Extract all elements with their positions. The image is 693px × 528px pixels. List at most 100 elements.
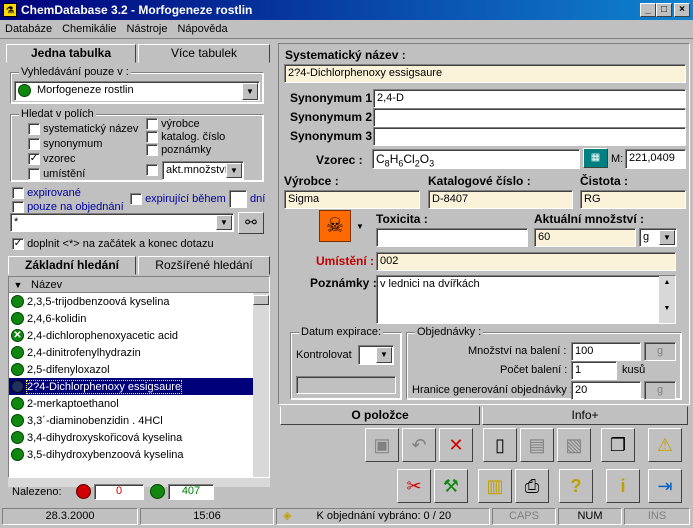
hazard-sign-icon[interactable]: ⚠ <box>648 428 682 462</box>
list-item[interactable]: 3,5-dihydroxybenzoová kyselina <box>9 446 253 463</box>
toxicity-field[interactable] <box>376 228 528 247</box>
limit-field[interactable]: 20 <box>571 381 641 400</box>
calculator-icon[interactable]: ▦ <box>583 148 608 168</box>
field-option-synonym[interactable]: synonymum <box>28 137 138 152</box>
list-scrollbar[interactable] <box>253 293 269 477</box>
info-icon[interactable]: i <box>606 469 640 503</box>
list-item[interactable]: 2,4,6-kolidin <box>9 310 253 327</box>
amount-combo[interactable]: akt.množství ▼ <box>162 161 244 180</box>
expired-option[interactable]: expirované <box>12 186 124 200</box>
amount-unit-select[interactable]: g ▼ <box>639 228 677 247</box>
scroll-thumb[interactable] <box>253 295 269 305</box>
list-item[interactable]: ✕ 2,4-dichlorophenoxyacetic acid <box>9 327 253 344</box>
location-field[interactable]: 002 <box>376 252 676 271</box>
delete-document-icon[interactable]: ▧ <box>557 428 591 462</box>
search-input[interactable]: * ▼ <box>10 213 234 232</box>
tab-advanced-search[interactable]: Rozšířené hledání <box>138 256 270 275</box>
notes-field[interactable]: v lednici na dvířkách <box>376 275 676 324</box>
green-status-icon <box>150 484 165 499</box>
menu-bar: Databáze Chemikálie Nástroje Nápověda <box>0 20 693 39</box>
wrench-icon[interactable]: ⚒ <box>434 469 468 503</box>
table-icon[interactable]: ▥ <box>478 469 512 503</box>
print-icon[interactable]: ⎙ <box>515 469 549 503</box>
syn3-field[interactable] <box>373 127 686 146</box>
wildcard-option[interactable]: ✓ doplnit <*> na začátek a konec dotazu <box>12 238 214 251</box>
menu-tools[interactable]: Nástroje <box>122 23 173 35</box>
found-green-count: 407 <box>168 484 214 500</box>
menu-chemicals[interactable]: Chemikálie <box>57 23 121 35</box>
tab-info-plus[interactable]: Info+ <box>482 406 688 425</box>
cancel-icon[interactable]: ✕ <box>439 428 473 462</box>
copy-document-icon[interactable]: ▤ <box>520 428 554 462</box>
undo-icon[interactable]: ↶ <box>402 428 436 462</box>
count-unit: kusů <box>622 364 646 376</box>
tab-single-table[interactable]: Jedna tabulka <box>6 44 136 63</box>
list-header[interactable]: ▼ Název <box>9 277 269 293</box>
list-item[interactable]: 2,4-dinitrofenylhydrazin <box>9 344 253 361</box>
status-ins: INS <box>624 508 690 525</box>
field-option-notes[interactable]: poznámky <box>146 144 225 157</box>
list-item[interactable]: 2,5-difenyloxazol <box>9 361 253 378</box>
chevron-down-icon[interactable]: ▼ <box>242 83 258 100</box>
menu-help[interactable]: Nápověda <box>172 23 232 35</box>
list-item[interactable]: 2,3,5-trijodbenzoová kyselina <box>9 293 253 310</box>
window-title: ChemDatabase 3.2 - Morfogeneze rostlin <box>21 3 253 17</box>
pack-field[interactable]: 100 <box>571 342 641 361</box>
status-order: ◈ K objednání vybráno: 0 / 20 <box>276 508 490 525</box>
table-select[interactable]: Morfogeneze rostlin ▼ <box>14 81 260 101</box>
purity-label: Čistota : <box>580 174 628 188</box>
amount-field[interactable]: 60 <box>534 228 636 247</box>
duplicate-icon[interactable]: ❐ <box>601 428 635 462</box>
check-select[interactable]: ▼ <box>358 345 394 365</box>
formula-field[interactable]: C8H6Cl2O3 <box>372 149 580 169</box>
expiry-date-field[interactable] <box>296 376 396 394</box>
field-option-formula[interactable]: ✓ vzorec <box>28 152 138 167</box>
title-bar: ⚗ ChemDatabase 3.2 - Morfogeneze rostlin… <box>0 0 693 20</box>
count-field[interactable]: 1 <box>571 361 617 380</box>
exit-icon[interactable]: ⇥ <box>648 469 682 503</box>
field-option-catalog[interactable]: katalog. číslo <box>146 131 225 144</box>
close-button[interactable]: × <box>674 3 690 17</box>
mw-field[interactable]: 221,0409 <box>625 149 686 169</box>
expiring-option[interactable]: expirující během <box>130 193 226 206</box>
purity-field[interactable]: RG <box>580 190 686 209</box>
list-item[interactable]: 2-merkaptoethanol <box>9 395 253 412</box>
chevron-down-icon[interactable]: ▼ <box>659 230 675 245</box>
save-icon[interactable]: ▣ <box>365 428 399 462</box>
field-option-location[interactable]: umístění <box>28 167 138 182</box>
search-only-label: Vyhledávání pouze v : <box>19 66 131 78</box>
notes-scrollbar[interactable]: ▲ ▼ <box>659 276 675 323</box>
minimize-button[interactable]: _ <box>640 3 656 17</box>
help-icon[interactable]: ? <box>559 469 593 503</box>
field-option-maker[interactable]: výrobce <box>146 118 225 131</box>
list-item[interactable]: 3,3´-diaminobenzidin . 4HCl <box>9 412 253 429</box>
list-item-label: 2,4,6-kolidin <box>27 312 87 325</box>
status-caps: CAPS <box>492 508 556 525</box>
tab-basic-search[interactable]: Základní hledání <box>8 256 136 275</box>
new-document-icon[interactable]: ▯ <box>483 428 517 462</box>
field-option-systematic[interactable]: systematický název <box>28 122 138 137</box>
maximize-button[interactable]: □ <box>656 3 672 17</box>
tools-icon[interactable]: ✂ <box>397 469 431 503</box>
catalog-field[interactable]: D-8407 <box>428 190 573 209</box>
binoculars-icon[interactable]: ⚯ <box>238 212 264 234</box>
list-item[interactable]: 2?4-Dichlorphenoxy essigsaure <box>9 378 253 395</box>
expiring-days-input[interactable] <box>229 190 247 208</box>
tab-multi-table[interactable]: Více tabulek <box>138 44 270 63</box>
fields-group-label: Hledat v polích <box>19 108 96 120</box>
tab-about-item[interactable]: O položce <box>280 406 480 425</box>
field-option-amount[interactable] <box>146 164 158 176</box>
chevron-down-icon[interactable]: ▼ <box>216 215 232 230</box>
list-item[interactable]: 3,4-dihydroxyskořicová kyselina <box>9 429 253 446</box>
sys-name-field[interactable]: 2?4-Dichlorphenoxy essigsaure <box>284 64 686 83</box>
syn2-field[interactable] <box>373 108 686 127</box>
toxic-skull-icon[interactable]: ☠ <box>319 210 351 242</box>
syn1-field[interactable]: 2,4-D <box>373 89 686 108</box>
status-x-icon: ✕ <box>11 329 24 342</box>
chevron-down-icon[interactable]: ▼ <box>356 222 364 231</box>
chevron-down-icon[interactable]: ▼ <box>226 163 242 178</box>
maker-field[interactable]: Sigma <box>284 190 420 209</box>
menu-database[interactable]: Databáze <box>0 23 57 35</box>
chevron-down-icon[interactable]: ▼ <box>376 347 392 363</box>
order-only-option[interactable]: pouze na objednání <box>12 200 124 214</box>
